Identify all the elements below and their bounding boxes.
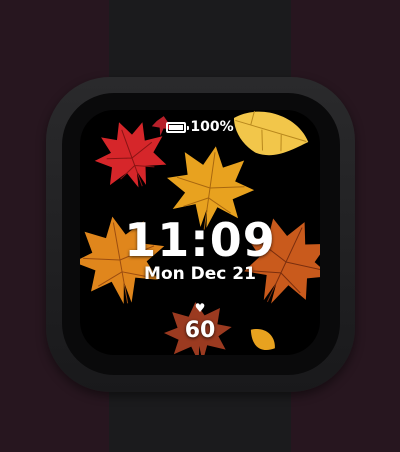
clock-time: 11:09 [124,213,276,267]
watch-scene: 100% 11:09 Mon Dec 21 ♥ 60 [0,0,400,452]
heart-rate-value: 60 [184,318,216,343]
battery-percentage: 100% [190,119,234,135]
battery-level-fill [169,124,184,130]
heart-icon: ♥ [194,301,206,315]
status-bar: 100% [80,117,320,137]
clock-date: Mon Dec 21 [144,264,256,284]
watch-screen[interactable]: 100% 11:09 Mon Dec 21 ♥ 60 [80,110,320,355]
battery-icon [166,121,190,133]
